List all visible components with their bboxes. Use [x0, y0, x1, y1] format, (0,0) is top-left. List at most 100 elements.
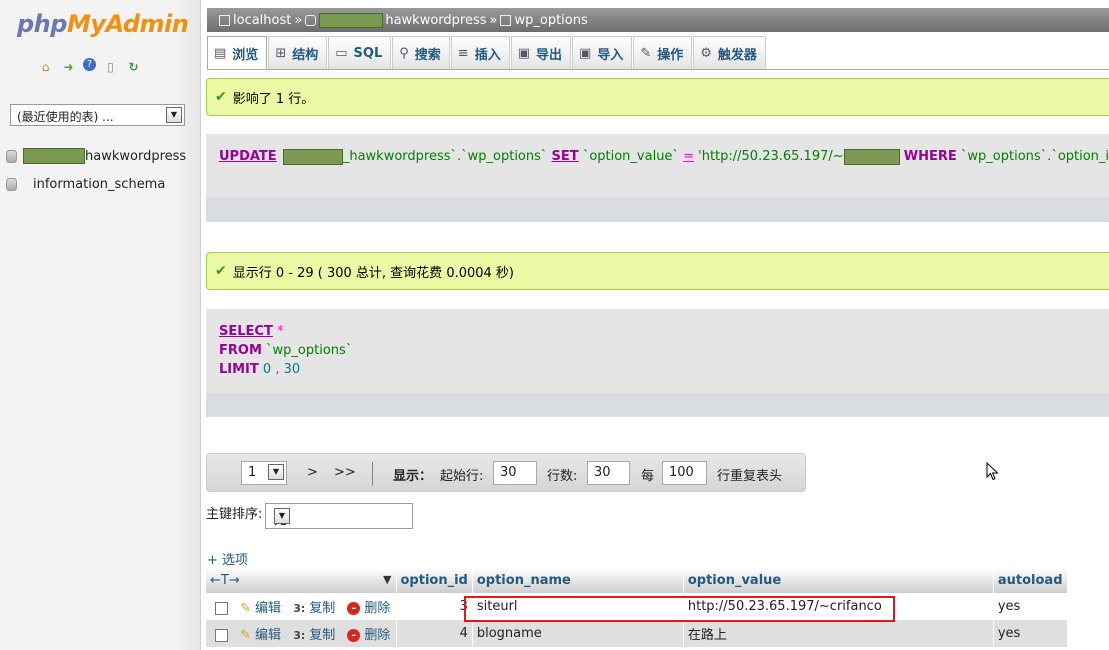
redacted-block — [843, 148, 900, 165]
chevron-down-icon[interactable]: ▼ — [383, 573, 391, 586]
row-checkbox[interactable] — [215, 629, 228, 642]
insert-icon: ≡ — [457, 45, 469, 61]
help-icon[interactable]: ? — [83, 58, 96, 71]
start-row-input[interactable]: 30 — [493, 461, 537, 485]
breadcrumb-server[interactable]: localhost — [233, 13, 291, 28]
divider — [372, 462, 373, 486]
column-header-autoload[interactable]: autoload — [993, 568, 1068, 593]
column-arrows-icon[interactable]: ←T→ — [210, 573, 240, 588]
cell-autoload[interactable]: yes — [993, 593, 1068, 620]
database-icon — [6, 177, 17, 191]
delete-button[interactable]: – 删除 — [347, 601, 390, 616]
tab-operations[interactable]: ✎ 操作 — [633, 36, 693, 69]
sort-by-key-label: 主键排序: — [206, 507, 263, 522]
recent-tables-select[interactable]: (最近使用的表) ... ▼ — [10, 104, 185, 126]
cell-option-id[interactable]: 4 — [396, 620, 473, 647]
edit-button[interactable]: ✎ 编辑 — [240, 628, 281, 643]
update-query-box: UPDATE _hawkwordpress`.`wp_options` SET … — [206, 134, 1109, 222]
table-icon — [500, 14, 512, 26]
column-header-option-name[interactable]: option_name — [472, 568, 684, 593]
copy-button[interactable]: 3: 复制 — [293, 601, 335, 616]
column-header-option-id[interactable]: option_id — [396, 568, 473, 593]
chevron-down-icon: ▼ — [166, 107, 182, 123]
cell-option-name[interactable]: siteurl — [472, 593, 684, 620]
chevron-down-icon: ▼ — [274, 508, 290, 524]
tab-import[interactable]: ▣ 导入 — [572, 36, 633, 69]
cell-option-name[interactable]: blogname — [472, 620, 684, 647]
page-select[interactable]: 1 ▼ — [241, 461, 287, 485]
breadcrumb-database[interactable]: hawkwordpress — [385, 13, 486, 28]
navigation-panel: phpMyAdmin ⌂ ➜ ? ▯ ↻ (最近使用的表) ... ▼ hawk… — [0, 0, 201, 650]
delete-icon: – — [347, 629, 361, 642]
tab-structure[interactable]: ⊞ 结构 — [268, 36, 328, 69]
last-page-button[interactable]: >> — [334, 465, 356, 480]
select-query-box: SELECT * FROM `wp_options` LIMIT 0 , 30 — [206, 309, 1109, 417]
mouse-cursor-icon — [986, 462, 999, 481]
sql-icon: ▭ — [335, 45, 348, 61]
tab-insert[interactable]: ≡ 插入 — [450, 36, 510, 69]
success-message-affected: ✔ 影响了 1 行。 — [206, 78, 1109, 116]
row-count-input[interactable]: 30 — [587, 461, 630, 485]
logout-icon[interactable]: ➜ — [60, 58, 77, 75]
options-toggle-link[interactable]: + 选项 — [207, 549, 248, 568]
table-row: ✎ 编辑 3: 复制 – 删除 3 siteurl http://50.23.65.1… — [206, 593, 1068, 620]
pagination-bar: 1 ▼ > >> 显示： 起始行: 30 行数: 30 每 100 行重复表头 — [206, 453, 806, 492]
search-icon: ⚲ — [399, 45, 409, 61]
nav-icon-bar: ⌂ ➜ ? ▯ ↻ — [37, 58, 142, 75]
import-icon: ▣ — [579, 45, 592, 61]
select-query-text: SELECT * FROM `wp_options` LIMIT 0 , 30 — [219, 324, 353, 377]
row-actions: ✎ 编辑 3: 复制 – 删除 — [206, 620, 397, 647]
success-message-showing: ✔ 显示行 0 - 29 ( 300 总计, 查询花费 0.0004 秒) — [206, 252, 1109, 290]
phpmyadmin-logo[interactable]: phpMyAdmin — [17, 10, 189, 38]
triggers-icon: ⚙ — [700, 45, 712, 61]
server-icon — [219, 14, 230, 26]
browse-icon: ▤ — [214, 45, 227, 61]
database-icon — [305, 14, 317, 26]
redacted-block — [23, 148, 85, 164]
table-row: ✎ 编辑 3: 复制 – 删除 4 blogname 在路上 yes — [206, 620, 1068, 647]
cell-option-value[interactable]: 在路上 — [683, 620, 994, 647]
pencil-icon: ✎ — [240, 601, 252, 616]
documentation-icon[interactable]: ▯ — [102, 58, 119, 75]
db-item-hawkwordpress[interactable]: hawkwordpress — [6, 146, 186, 166]
column-header-option-value[interactable]: option_value — [683, 568, 994, 593]
tab-bar: ▤ 浏览 ⊞ 结构 ▭ SQL ⚲ 搜索 ≡ 插入 ▣ 导出 ▣ 导入 ✎ 操作 ⚙ 触发器 — [207, 36, 1109, 70]
row-checkbox[interactable] — [215, 602, 228, 615]
repeat-headers-input[interactable]: 100 — [662, 461, 707, 485]
tab-triggers[interactable]: ⚙ 触发器 — [693, 36, 766, 69]
column-toggle-header: ←T→ ▼ — [206, 568, 397, 593]
cell-option-id[interactable]: 3 — [396, 593, 473, 620]
delete-icon: – — [347, 602, 361, 615]
tab-browse[interactable]: ▤ 浏览 — [207, 36, 268, 69]
copy-button[interactable]: 3: 复制 — [293, 628, 335, 643]
database-icon — [6, 149, 17, 163]
next-page-button[interactable]: > — [307, 465, 318, 480]
breadcrumb-table[interactable]: wp_options — [514, 13, 587, 28]
export-icon: ▣ — [517, 45, 530, 61]
redacted-block — [319, 12, 384, 28]
cell-option-value[interactable]: http://50.23.65.197/~crifanco — [683, 593, 994, 620]
copy-icon: 3: — [293, 602, 306, 615]
chevron-down-icon: ▼ — [268, 464, 284, 480]
update-query-text: UPDATE _hawkwordpress`.`wp_options` SET … — [219, 148, 1109, 165]
structure-icon: ⊞ — [275, 45, 287, 61]
results-table: ←T→ ▼ option_id option_name option_value… — [206, 568, 1068, 647]
tab-sql[interactable]: ▭ SQL — [328, 36, 392, 69]
home-icon[interactable]: ⌂ — [37, 58, 54, 75]
row-actions: ✎ 编辑 3: 复制 – 删除 — [206, 593, 397, 620]
tab-export[interactable]: ▣ 导出 — [510, 36, 572, 69]
operations-icon: ✎ — [640, 45, 652, 61]
reload-icon[interactable]: ↻ — [125, 58, 142, 75]
redacted-block — [282, 148, 343, 165]
query-tools-band — [206, 393, 1109, 417]
breadcrumb: localhost » hawkwordpress » wp_options — [207, 8, 1109, 32]
cell-autoload[interactable]: yes — [993, 620, 1068, 647]
delete-button[interactable]: – 删除 — [347, 628, 390, 643]
checkmark-icon: ✔ — [215, 263, 227, 279]
sort-by-key-select[interactable]: 无 ▼ — [265, 503, 413, 529]
tab-search[interactable]: ⚲ 搜索 — [392, 36, 450, 69]
copy-icon: 3: — [293, 629, 306, 642]
db-item-information-schema[interactable]: information_schema — [6, 174, 165, 194]
table-header-row: ←T→ ▼ option_id option_name option_value… — [206, 568, 1068, 593]
edit-button[interactable]: ✎ 编辑 — [240, 601, 281, 616]
